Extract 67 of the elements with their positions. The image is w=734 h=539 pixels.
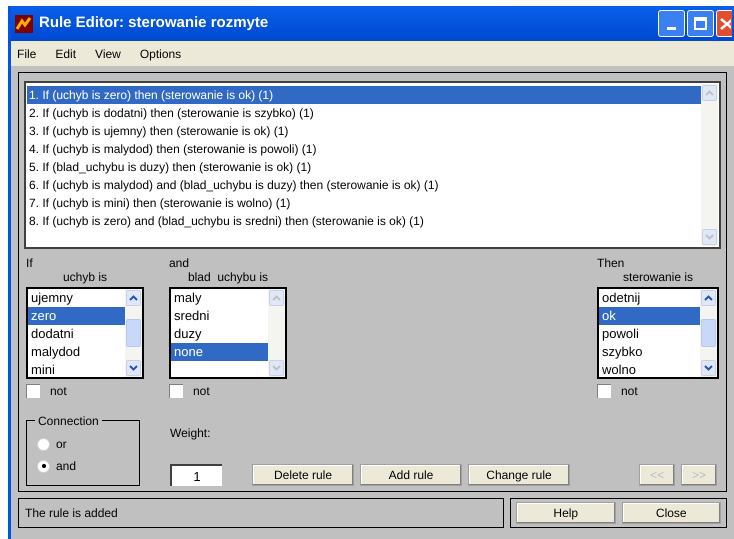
- menu-item[interactable]: Options: [140, 44, 182, 62]
- menu-item[interactable]: Edit: [55, 44, 76, 62]
- scroll-thumb[interactable]: [701, 319, 716, 347]
- rule-item[interactable]: 5. If (blad_uchybu is duzy) then (sterowanie is ok) (1): [27, 158, 701, 176]
- footer-button[interactable]: Close: [622, 502, 721, 524]
- checkbox[interactable]: [169, 384, 183, 398]
- weight-field[interactable]: 1: [170, 464, 222, 486]
- rule-item[interactable]: 4. If (uchyb is malydod) then (sterowanie is powoli) (1): [27, 140, 701, 158]
- list-item[interactable]: duzy: [171, 325, 268, 343]
- list-item[interactable]: maly: [171, 289, 268, 307]
- membership-listbox[interactable]: ujemny zero dodatni malydod mini: [26, 287, 144, 379]
- scrollbar[interactable]: [700, 289, 717, 377]
- scrollbar[interactable]: [701, 84, 718, 246]
- app-logo-icon: [15, 14, 33, 32]
- list-item[interactable]: szybko: [599, 343, 700, 361]
- action-button[interactable]: Change rule: [468, 464, 570, 486]
- list-item[interactable]: none: [171, 343, 268, 361]
- scrollbar[interactable]: [268, 289, 285, 377]
- radio-label: or: [56, 436, 67, 453]
- membership-listbox[interactable]: odetnij ok powoli szybko wolno: [597, 287, 719, 379]
- menu-item[interactable]: View: [95, 44, 121, 62]
- scrollbar[interactable]: [125, 289, 142, 377]
- weight-label: Weight:: [170, 425, 212, 442]
- list-item[interactable]: odetnij: [599, 289, 700, 307]
- list-item[interactable]: malydod: [28, 343, 125, 361]
- radio-button[interactable]: [37, 460, 50, 472]
- radio-label: and: [56, 458, 76, 475]
- radio-button[interactable]: [37, 438, 50, 450]
- list-item[interactable]: powoli: [599, 325, 700, 343]
- list-item[interactable]: zero: [28, 307, 125, 325]
- membership-listbox[interactable]: maly sredni duzy none: [169, 287, 287, 379]
- variable-label: uchyb is: [62, 270, 108, 284]
- checkbox-label: not: [193, 383, 210, 400]
- list-item[interactable]: sredni: [171, 307, 268, 325]
- variable-label: blad uchybu is: [188, 270, 268, 284]
- close-button[interactable]: [716, 10, 732, 37]
- column-lead-label: If: [26, 257, 34, 270]
- list-item[interactable]: mini: [28, 361, 125, 377]
- rule-item[interactable]: 8. If (uchyb is zero) and (blad_uchybu is sredni) then (sterowanie is ok) (1): [27, 212, 701, 230]
- menu-item[interactable]: File: [17, 44, 36, 62]
- action-button[interactable]: Add rule: [360, 464, 462, 486]
- footer-button[interactable]: Help: [516, 502, 616, 524]
- checkbox-label: not: [621, 383, 638, 400]
- rule-item[interactable]: 1. If (uchyb is zero) then (sterowanie is ok) (1): [27, 86, 701, 104]
- checkbox[interactable]: [597, 384, 611, 398]
- maximize-icon: [694, 17, 707, 30]
- rule-item[interactable]: 3. If (uchyb is ujemny) then (sterowanie is ok) (1): [27, 122, 701, 140]
- status-bar: The rule is added: [18, 498, 504, 528]
- close-icon: [719, 17, 731, 30]
- rule-item[interactable]: 6. If (uchyb is malydod) and (blad_uchybu is duzy) then (sterowanie is ok) (1): [27, 176, 701, 194]
- rule-item[interactable]: 2. If (uchyb is dodatni) then (sterowanie is szybko) (1): [27, 104, 701, 122]
- list-item[interactable]: ujemny: [28, 289, 125, 307]
- scroll-thumb[interactable]: [126, 319, 141, 347]
- rule-item[interactable]: 7. If (uchyb is mini) then (sterowanie is wolno) (1): [27, 194, 701, 212]
- window-title: Rule Editor: sterowanie rozmyte: [39, 13, 268, 34]
- list-item[interactable]: ok: [599, 307, 700, 325]
- maximize-button[interactable]: [687, 10, 714, 37]
- variable-label: sterowanie is: [622, 270, 694, 284]
- rules-listbox[interactable]: [24, 81, 721, 249]
- checkbox[interactable]: [26, 384, 40, 398]
- list-item[interactable]: wolno: [599, 361, 700, 377]
- action-button[interactable]: Delete rule: [252, 464, 354, 486]
- list-item[interactable]: dodatni: [28, 325, 125, 343]
- column-lead-label: Then: [597, 257, 626, 270]
- minimize-button[interactable]: [658, 10, 685, 37]
- checkbox-label: not: [50, 383, 67, 400]
- column-lead-label: and: [169, 257, 190, 270]
